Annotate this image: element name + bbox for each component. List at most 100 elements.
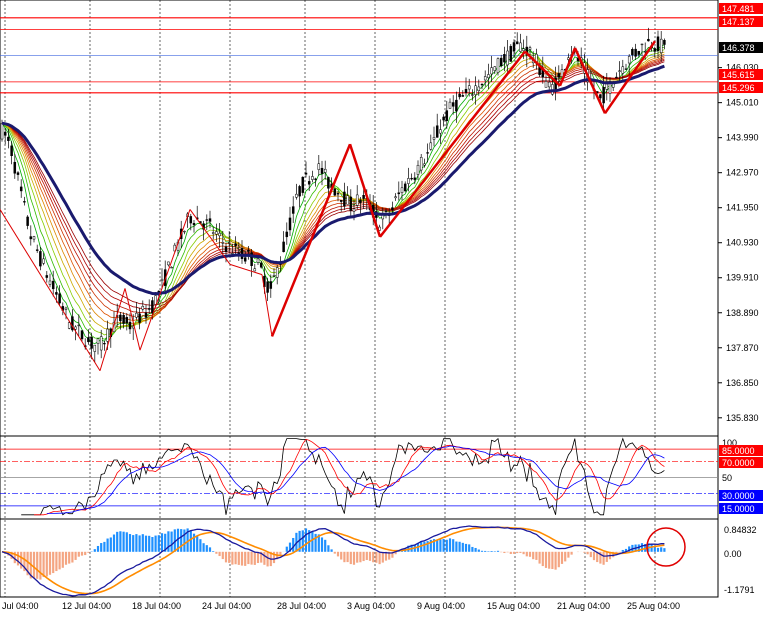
candle-body	[494, 67, 496, 71]
candle-body	[283, 242, 285, 252]
candle-body	[449, 102, 451, 108]
macd-histogram-bar	[516, 552, 518, 553]
candle-body	[302, 177, 304, 192]
candle-body	[347, 196, 349, 205]
candle-body	[254, 269, 256, 271]
candle-body	[209, 219, 211, 222]
candle-body	[33, 237, 35, 240]
macd-histogram-bar	[452, 539, 454, 552]
candle-body	[519, 43, 521, 52]
candle-body	[148, 308, 150, 309]
macd-histogram-bar	[78, 552, 80, 557]
candle-body	[247, 250, 249, 251]
macd-histogram-bar	[481, 551, 483, 552]
macd-histogram-bar	[215, 552, 217, 554]
price-tick-4: 141.950	[726, 203, 759, 213]
macd-histogram-bar	[225, 552, 227, 563]
macd-histogram-bar	[347, 552, 349, 562]
macd-histogram-bar	[238, 552, 240, 565]
time-tick-9: 25 Aug 04:00	[627, 601, 680, 611]
candle-body	[286, 232, 288, 237]
macd-histogram-bar	[107, 539, 109, 552]
price-tick-3: 142.970	[726, 168, 759, 178]
rsi-tag-30-text: 30.0000	[722, 491, 755, 501]
candle-body	[75, 327, 77, 329]
price-tag-145296: 145.296	[719, 82, 763, 93]
macd-histogram-bar	[65, 552, 67, 565]
candle-body	[311, 176, 313, 179]
macd-histogram-bar	[286, 547, 288, 552]
macd-histogram-bar	[62, 552, 64, 568]
candle-body	[235, 244, 237, 246]
candle-body	[39, 251, 41, 266]
candle-body	[324, 169, 326, 172]
candle-body	[420, 157, 422, 170]
macd-histogram-bar	[583, 552, 585, 553]
candle-body	[241, 248, 243, 258]
macd-histogram-bar	[545, 552, 547, 568]
macd-histogram-bar	[302, 530, 304, 551]
macd-histogram-bar	[423, 542, 425, 552]
candle-body	[161, 279, 163, 281]
chart-window: 146.030145.010143.990142.970141.950140.9…	[0, 0, 770, 615]
candle-body	[78, 325, 80, 326]
candle-body	[289, 218, 291, 230]
candle-body	[635, 49, 637, 56]
price-tick-5: 140.930	[726, 238, 759, 248]
price-tag-current: 146.378	[719, 42, 763, 53]
macd-histogram-bar	[71, 552, 73, 563]
candle-body	[4, 132, 6, 135]
macd-histogram-bar	[446, 540, 448, 552]
candle-body	[43, 259, 45, 263]
macd-histogram-bar	[507, 552, 509, 553]
candle-body	[135, 313, 137, 317]
candle-body	[52, 281, 54, 289]
macd-histogram-bar	[462, 543, 464, 552]
macd-histogram-bar	[39, 552, 41, 580]
macd-histogram-bar	[641, 543, 643, 552]
macd-histogram-bar	[468, 544, 470, 551]
macd-histogram-bar	[161, 533, 163, 552]
macd-histogram-bar	[167, 531, 169, 552]
candle-body	[119, 315, 121, 321]
macd-histogram-bar	[459, 542, 461, 552]
rsi-tag-70-text: 70.0000	[722, 458, 755, 468]
macd-histogram-bar	[171, 532, 173, 552]
candle-body	[20, 187, 22, 191]
candle-body	[49, 281, 51, 284]
macd-histogram-bar	[465, 544, 467, 552]
candle-body	[321, 168, 323, 173]
price-tag-current-text: 146.378	[722, 43, 755, 53]
candle-body	[305, 173, 307, 174]
candle-body	[433, 137, 435, 139]
candle-body	[23, 201, 25, 202]
macd-histogram-bar	[327, 545, 329, 552]
macd-histogram-bar	[142, 534, 144, 552]
candle-body	[439, 130, 441, 134]
macd-histogram-bar	[334, 552, 336, 554]
macd-histogram-bar	[84, 552, 86, 555]
candle-body	[65, 308, 67, 309]
macd-histogram-bar	[190, 531, 192, 552]
candle-body	[244, 258, 246, 262]
macd-histogram-bar	[183, 529, 185, 551]
macd-histogram-bar	[180, 529, 182, 552]
candle-body	[663, 40, 665, 44]
candle-body	[417, 165, 419, 174]
macd-label-top: 0.84832	[724, 525, 757, 535]
macd-histogram-bar	[139, 535, 141, 551]
price-tag-145615-text: 145.615	[722, 70, 755, 80]
candle-body	[7, 137, 9, 141]
candle-body	[270, 282, 272, 289]
candle-body	[398, 193, 400, 194]
time-tick-1: 12 Jul 04:00	[62, 601, 111, 611]
macd-histogram-bar	[292, 538, 294, 552]
macd-histogram-bar	[353, 552, 355, 565]
candle-body	[644, 51, 646, 52]
macd-histogram-bar	[46, 552, 48, 577]
candle-body	[628, 56, 630, 63]
macd-histogram-bar	[660, 547, 662, 551]
candle-body	[327, 177, 329, 188]
candle-body	[359, 200, 361, 203]
macd-histogram-bar	[542, 552, 544, 566]
